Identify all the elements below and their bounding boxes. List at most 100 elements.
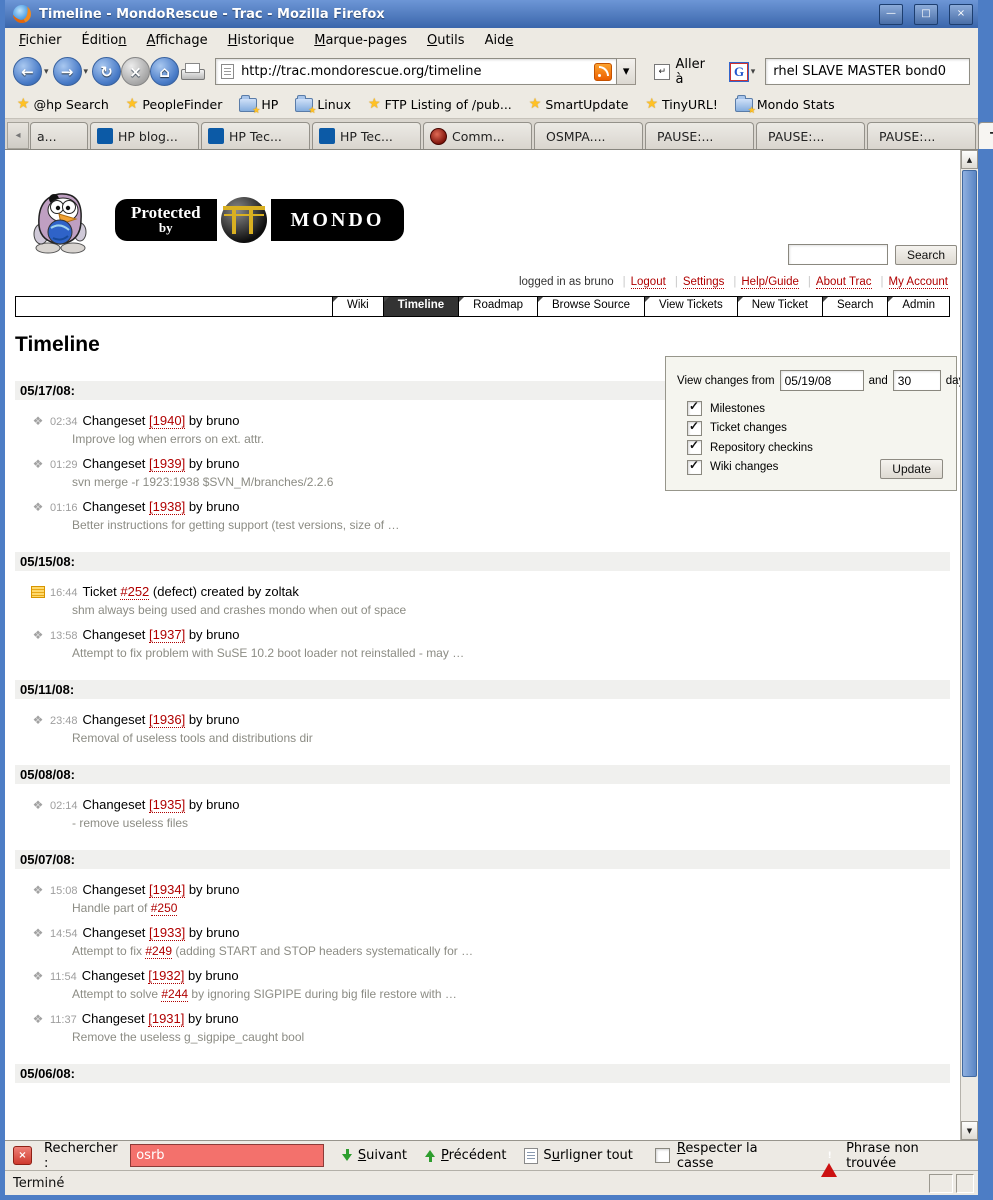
forward-button[interactable]: → xyxy=(53,57,82,86)
match-case-checkbox[interactable] xyxy=(655,1148,670,1163)
match-case-control[interactable]: Respecter la casse xyxy=(655,1141,795,1171)
bookmark-item[interactable]: Mondo Stats xyxy=(735,97,835,112)
bookmark-item[interactable]: HP xyxy=(239,97,278,112)
browser-tab[interactable]: HP Tec... × xyxy=(201,122,310,149)
menu-item[interactable]: Édition xyxy=(72,30,137,51)
tab-scroll-left-button[interactable]: ◂ xyxy=(7,122,29,149)
metanav-link[interactable]: My Account xyxy=(889,276,948,289)
checkbox[interactable] xyxy=(687,421,702,436)
web-search-input[interactable] xyxy=(771,63,964,80)
browser-tab[interactable]: PAUSE:... × xyxy=(867,122,976,149)
go-button[interactable]: ↵ Aller à xyxy=(650,55,719,89)
entry-link[interactable]: [1932] xyxy=(148,968,184,984)
mainnav-tab[interactable]: Search xyxy=(822,297,887,316)
menu-item[interactable]: Fichier xyxy=(9,30,72,51)
menu-item[interactable]: Outils xyxy=(417,30,475,51)
bookmark-item[interactable]: TinyURL! xyxy=(645,96,717,112)
browser-tab[interactable]: OSMPA.... × xyxy=(534,122,643,149)
find-input[interactable] xyxy=(130,1144,324,1167)
entry-link[interactable]: [1937] xyxy=(149,627,185,643)
tab-icon xyxy=(319,128,335,144)
browser-tab[interactable]: HP Tec... × xyxy=(312,122,421,149)
menu-item[interactable]: Historique xyxy=(218,30,305,51)
url-dropdown-button[interactable]: ▾ xyxy=(617,58,636,85)
entry-description: Attempt to solve #244 by ignoring SIGPIP… xyxy=(72,987,950,1002)
checkbox[interactable] xyxy=(687,460,702,475)
mainnav-tab[interactable]: New Ticket xyxy=(737,297,822,316)
protected-by-mondo-badge[interactable]: Protected by MONDO xyxy=(115,197,404,243)
entry-desc-link[interactable]: #250 xyxy=(151,901,178,916)
metanav-link[interactable]: About Trac xyxy=(816,276,872,289)
reload-button[interactable]: ↻ xyxy=(92,57,121,86)
days-back-label: days back. xyxy=(946,375,960,387)
bookmark-item[interactable]: Linux xyxy=(295,97,351,112)
checkbox[interactable] xyxy=(687,440,702,455)
entry-head: 14:54 Changeset [1933] by bruno xyxy=(31,925,950,940)
entry-link[interactable]: [1935] xyxy=(149,797,185,813)
browser-tab[interactable]: HP blog... × xyxy=(90,122,199,149)
mondorescue-penguin-logo[interactable] xyxy=(29,186,91,254)
mainnav-tab[interactable]: Browse Source xyxy=(537,297,644,316)
trac-search-button[interactable]: Search xyxy=(895,245,957,265)
find-close-button[interactable]: × xyxy=(13,1146,32,1165)
url-bar[interactable] xyxy=(215,58,617,85)
find-next-button[interactable]: Suivant xyxy=(342,1148,407,1163)
mainnav-tab[interactable]: View Tickets xyxy=(644,297,737,316)
metanav-link[interactable]: Logout xyxy=(631,276,666,289)
back-dropdown-icon[interactable]: ▾ xyxy=(42,67,51,77)
days-back-input[interactable] xyxy=(893,370,941,391)
trac-search-input[interactable] xyxy=(788,244,888,265)
resize-grip[interactable] xyxy=(956,1174,974,1193)
find-previous-button[interactable]: Précédent xyxy=(425,1148,506,1163)
mainnav-tab[interactable]: Timeline xyxy=(383,297,458,316)
menu-item[interactable]: Marque-pages xyxy=(304,30,417,51)
rss-feed-icon[interactable] xyxy=(594,63,612,81)
menu-item[interactable]: Affichage xyxy=(137,30,218,51)
entry-link[interactable]: [1931] xyxy=(148,1011,184,1027)
entry-link[interactable]: [1940] xyxy=(149,413,185,429)
bookmark-item[interactable]: SmartUpdate xyxy=(529,96,629,112)
entry-link[interactable]: [1938] xyxy=(149,499,185,515)
bookmark-item[interactable]: FTP Listing of /pub... xyxy=(368,96,512,112)
mainnav-tab[interactable]: Wiki xyxy=(332,297,383,316)
entry-link[interactable]: [1934] xyxy=(149,882,185,898)
minimize-button[interactable]: — xyxy=(879,4,903,25)
entry-link[interactable]: #252 xyxy=(120,584,149,600)
entry-desc-link[interactable]: #249 xyxy=(145,944,172,959)
metanav-link[interactable]: Settings xyxy=(683,276,725,289)
entry-title-text: Changeset xyxy=(83,712,146,727)
scrollbar-thumb[interactable] xyxy=(962,170,977,1077)
scroll-up-button[interactable]: ▲ xyxy=(961,150,978,169)
entry-link[interactable]: [1933] xyxy=(149,925,185,941)
entry-link[interactable]: [1939] xyxy=(149,456,185,472)
entry-desc-link[interactable]: #244 xyxy=(161,987,188,1002)
google-icon[interactable]: G xyxy=(729,62,748,82)
stop-button[interactable]: × xyxy=(121,57,150,86)
browser-tab[interactable]: a... × xyxy=(30,122,88,149)
maximize-button[interactable]: □ xyxy=(914,4,938,25)
bookmark-item[interactable]: @hp Search xyxy=(17,96,109,112)
scroll-down-button[interactable]: ▼ xyxy=(961,1121,978,1140)
search-engine-dropdown-icon[interactable]: ▾ xyxy=(749,67,758,77)
mainnav-tab[interactable]: Roadmap xyxy=(458,297,537,316)
web-search-bar[interactable] xyxy=(765,58,970,85)
entry-link[interactable]: [1936] xyxy=(149,712,185,728)
browser-tab[interactable]: PAUSE:... × xyxy=(645,122,754,149)
browser-tab[interactable]: PAUSE:... × xyxy=(756,122,865,149)
back-button[interactable]: ← xyxy=(13,57,42,86)
metanav-link[interactable]: Help/Guide xyxy=(741,276,799,289)
checkbox[interactable] xyxy=(687,401,702,416)
forward-dropdown-icon[interactable]: ▾ xyxy=(82,67,91,77)
url-input[interactable] xyxy=(239,63,590,80)
highlight-all-button[interactable]: Surligner tout xyxy=(524,1148,632,1164)
bookmark-item[interactable]: PeopleFinder xyxy=(126,96,223,112)
from-date-input[interactable] xyxy=(780,370,864,391)
browser-tab[interactable]: Comm... × xyxy=(423,122,532,149)
print-icon[interactable] xyxy=(181,63,205,80)
browser-tab[interactable]: Tim... × xyxy=(978,122,993,149)
menu-item[interactable]: Aide xyxy=(475,30,524,51)
close-button[interactable]: × xyxy=(949,4,973,25)
update-button[interactable]: Update xyxy=(880,459,943,479)
home-button[interactable]: ⌂ xyxy=(150,57,179,86)
mainnav-tab[interactable]: Admin xyxy=(887,297,949,316)
